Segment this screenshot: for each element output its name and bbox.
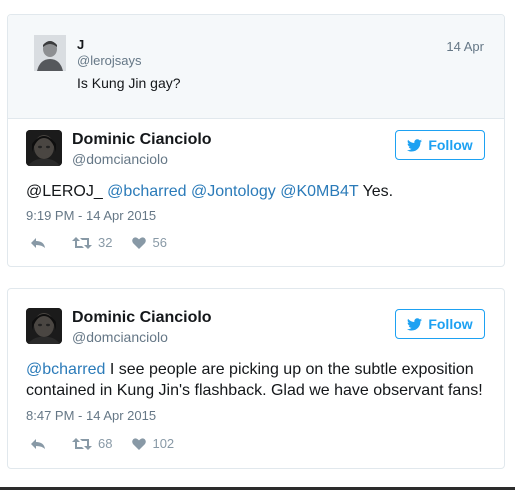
retweet-button[interactable]: 68 [72,436,112,451]
heart-icon [132,236,147,249]
parent-tweet-date[interactable]: 14 Apr [446,39,484,54]
retweet-count: 32 [98,235,113,250]
parent-author-name[interactable]: J [77,37,84,52]
like-count: 56 [152,235,167,250]
heart-icon [132,437,147,450]
follow-button-label: Follow [428,137,473,153]
mention-link[interactable]: @bcharred [26,361,105,378]
mention-link[interactable]: @Jontology [191,183,276,200]
reply-button[interactable] [30,438,46,450]
avatar[interactable] [34,35,66,71]
tweet-actions: 32 56 [30,235,167,250]
retweet-icon [72,437,92,450]
avatar[interactable] [26,130,62,166]
follow-button[interactable]: Follow [395,130,485,160]
tweet-timestamp[interactable]: 8:47 PM - 14 Apr 2015 [26,408,156,423]
follow-button-label: Follow [428,316,473,332]
tweet-text: @LEROJ_ @bcharred @Jontology @K0MB4T Yes… [26,181,496,202]
retweet-button[interactable]: 32 [72,235,112,250]
reply-icon [31,438,45,449]
mention-link[interactable]: @LEROJ_ [26,183,103,200]
author-name[interactable]: Dominic Cianciolo [72,131,212,149]
author-name[interactable]: Dominic Cianciolo [72,309,212,327]
tweet-text-tail: Yes. [362,183,394,200]
tweet-timestamp[interactable]: 9:19 PM - 14 Apr 2015 [26,208,156,223]
mention-link[interactable]: @K0MB4T [280,183,358,200]
twitter-bird-icon [407,138,423,151]
retweet-icon [72,236,92,249]
retweet-count: 68 [98,436,113,451]
author-handle[interactable]: @domcianciolo [72,151,168,167]
tweet-text-line1: I see people are picking up on the subtl… [109,361,474,378]
follow-button[interactable]: Follow [395,309,485,339]
parent-tweet[interactable]: J @lerojsays 14 Apr Is Kung Jin gay? [8,15,504,119]
tweet-card-2: Dominic Cianciolo @domcianciolo Follow @… [7,288,505,469]
tweet-text-line2: contained in Kung Jin's flashback. Glad … [26,382,483,399]
reply-button[interactable] [30,237,46,249]
mention-link[interactable]: @bcharred [107,183,186,200]
tweet-text: @bcharred I see people are picking up on… [26,359,496,401]
tweet-actions: 68 102 [30,436,174,451]
twitter-bird-icon [407,317,423,330]
like-count: 102 [152,436,175,451]
parent-tweet-text: Is Kung Jin gay? [77,75,181,91]
parent-author-handle[interactable]: @lerojsays [77,53,142,68]
like-button[interactable]: 102 [132,436,174,451]
like-button[interactable]: 56 [132,235,167,250]
avatar[interactable] [26,308,62,344]
author-handle[interactable]: @domcianciolo [72,329,168,345]
reply-icon [31,237,45,248]
tweet-card-1: J @lerojsays 14 Apr Is Kung Jin gay? Dom… [7,14,505,267]
